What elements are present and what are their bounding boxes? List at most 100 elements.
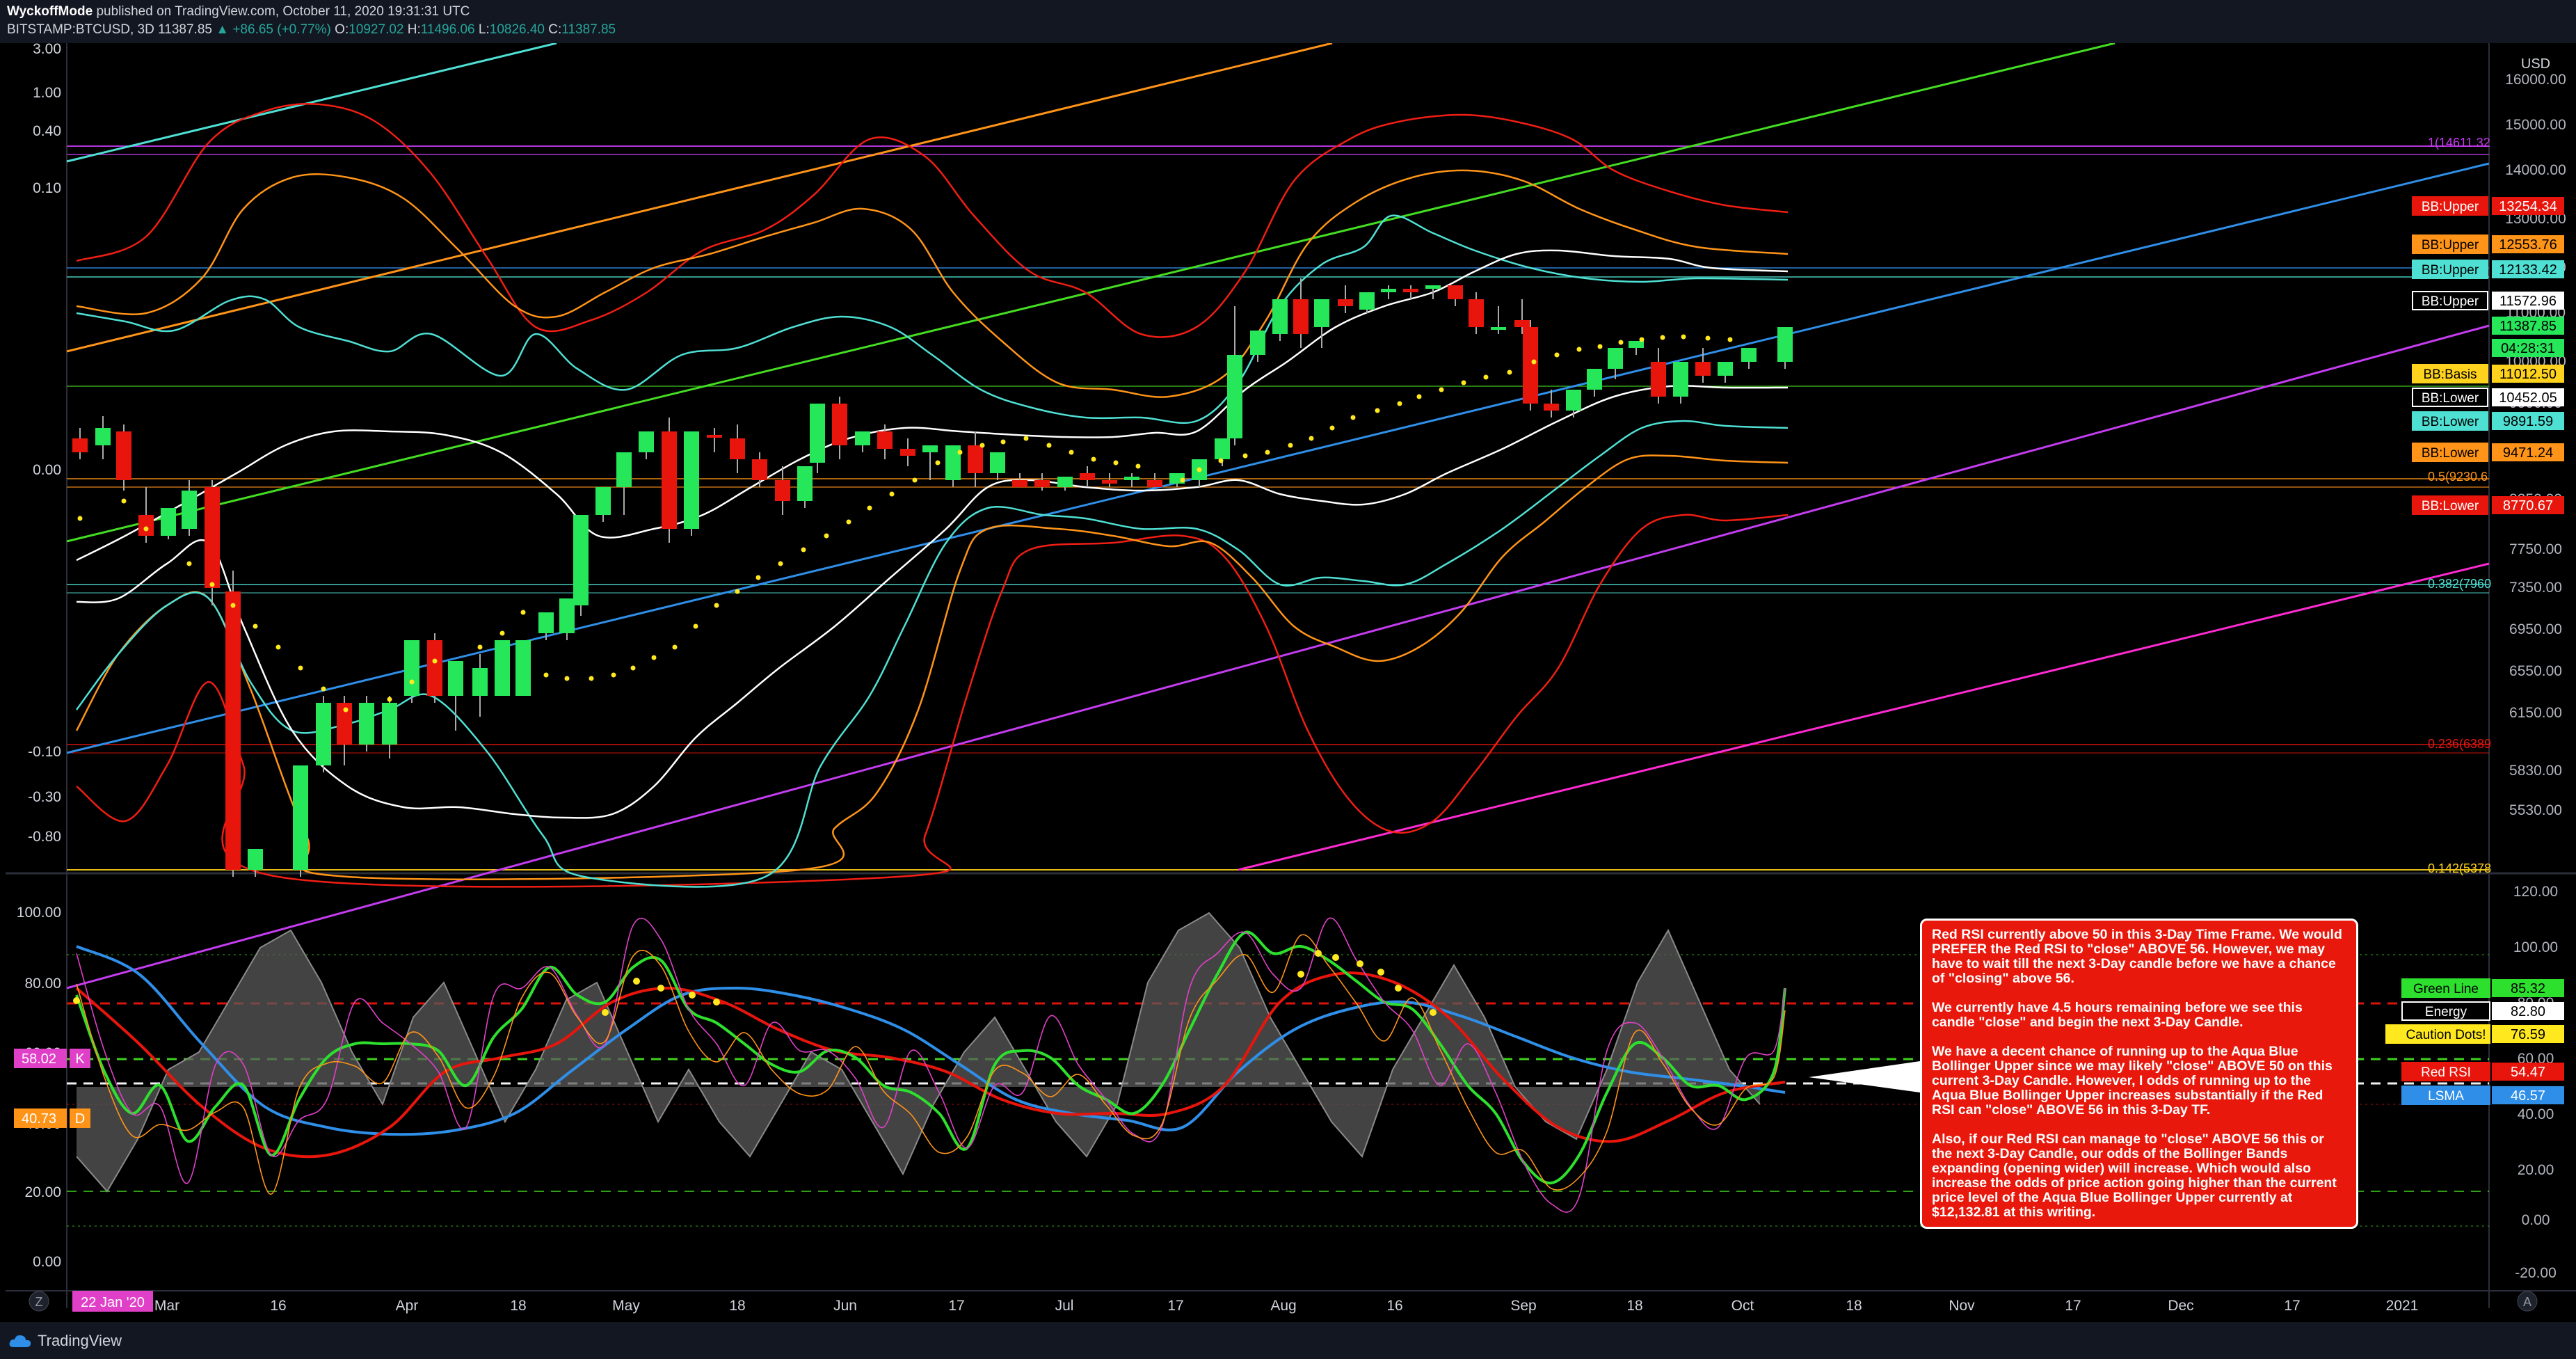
sar-dot	[387, 697, 392, 702]
open-label: O:	[335, 22, 349, 37]
sar-dot	[1554, 352, 1560, 358]
candle-body	[752, 459, 767, 480]
price-change: ▲ +86.65 (+0.77%)	[216, 22, 331, 37]
price-tick: 6950.00	[2509, 621, 2562, 637]
sar-dot	[1113, 460, 1119, 466]
candle-body	[1425, 285, 1441, 289]
candle-body	[1359, 292, 1375, 310]
caution-dot	[633, 978, 640, 985]
candle-body	[495, 640, 510, 696]
candle-body	[1777, 327, 1793, 362]
time-tick: Aug	[1270, 1298, 1296, 1314]
sar-dot	[755, 575, 761, 580]
last-price: 11387.85	[158, 22, 212, 37]
candle-body	[1250, 331, 1265, 355]
auto-scale-button-text: Z	[35, 1295, 43, 1309]
sar-dot	[1416, 394, 1422, 399]
candle-body	[877, 431, 893, 449]
price-label-value: 11572.96	[2499, 294, 2557, 309]
candle-body	[1293, 299, 1309, 334]
time-tick: 2021	[2386, 1298, 2419, 1314]
candle-body	[616, 452, 632, 487]
rsi-axis-tick: 100.00	[2513, 939, 2558, 955]
candle-body	[855, 431, 870, 445]
sar-dot	[499, 630, 505, 636]
candle-body	[225, 591, 241, 870]
candle-body	[1314, 299, 1329, 327]
candle-body	[573, 515, 589, 605]
candle-body	[1034, 480, 1050, 487]
candle-body	[775, 480, 790, 501]
price-label-value: 12553.76	[2499, 237, 2557, 253]
note-paragraph: We have a decent chance of running up to…	[1932, 1044, 2333, 1118]
price-tick: 6150.00	[2509, 705, 2562, 721]
fib-label: 0.382(7960	[2428, 577, 2491, 591]
sar-dot	[693, 623, 698, 629]
candle-body	[472, 668, 488, 696]
legend-value: 54.47	[2511, 1065, 2545, 1080]
low-value: 10826.40	[489, 22, 545, 37]
low-label: L:	[478, 22, 490, 37]
price-label-name: BB:Lower	[2422, 499, 2479, 514]
left-axis-tick: 1.00	[33, 85, 61, 101]
time-tick: 18	[510, 1298, 526, 1314]
candle-body	[95, 428, 111, 445]
rsi-axis-tick: 120.00	[2513, 884, 2558, 900]
caution-dot	[1430, 1009, 1437, 1016]
candle-body	[662, 431, 677, 529]
sar-dot	[343, 707, 349, 713]
sar-dot	[1197, 467, 1202, 472]
candle-body	[448, 661, 463, 696]
rsi-left-tick: 80.00	[24, 976, 61, 992]
tradingview-logo[interactable]: TradingView	[8, 1332, 122, 1350]
sar-dot	[1531, 359, 1537, 365]
price-label-name: BB:Upper	[2422, 294, 2479, 309]
rsi-axis-tick: 0.00	[2522, 1212, 2550, 1228]
sar-dot	[409, 679, 415, 685]
sar-dot	[1265, 450, 1270, 455]
candle-body	[1741, 348, 1757, 362]
time-tick: Oct	[1731, 1298, 1754, 1314]
sar-dot	[1618, 340, 1624, 345]
sar-dot	[589, 676, 594, 681]
sar-dot	[275, 644, 281, 650]
legend-value: 82.80	[2511, 1004, 2545, 1019]
candle-body	[1147, 480, 1162, 487]
sar-dot	[230, 603, 236, 608]
time-tick: Jul	[1055, 1298, 1074, 1314]
candle-body	[1227, 355, 1242, 438]
author-name[interactable]: WyckoffMode	[7, 4, 93, 19]
sar-dot	[651, 655, 657, 660]
sar-dot	[186, 561, 192, 566]
left-axis-tick: 0.00	[33, 462, 61, 478]
candle-body	[1469, 299, 1484, 327]
price-label-value: 11012.50	[2499, 367, 2557, 382]
candle-body	[205, 487, 220, 588]
candle-body	[707, 435, 722, 438]
sar-dot	[1180, 477, 1185, 483]
candle-body	[730, 438, 745, 459]
price-label-name: BB:Upper	[2422, 238, 2479, 253]
sar-dot	[1507, 369, 1512, 375]
price-tick: 6550.00	[2509, 663, 2562, 679]
sar-dot	[778, 561, 783, 566]
sar-dot	[1375, 408, 1380, 413]
sar-dot	[1329, 425, 1335, 431]
sar-dot	[543, 672, 549, 678]
candle-body	[538, 612, 554, 633]
sar-dot	[912, 477, 918, 483]
price-tick: 5830.00	[2509, 763, 2562, 779]
candle-body	[900, 449, 915, 456]
price-tick: 7350.00	[2509, 580, 2562, 596]
candle-body	[1102, 480, 1117, 484]
legend-name: Red RSI	[2421, 1065, 2471, 1080]
symbol-label[interactable]: BITSTAMP:BTCUSD, 3D	[7, 22, 154, 37]
time-tick: 18	[1846, 1298, 1862, 1314]
sar-dot	[321, 686, 326, 692]
caution-dot	[713, 999, 720, 1006]
sar-dot	[867, 505, 872, 511]
sar-dot	[432, 658, 438, 664]
fib-label: 0.236(6389	[2428, 737, 2491, 751]
candle-body	[968, 445, 983, 473]
candle-body	[1651, 362, 1666, 397]
